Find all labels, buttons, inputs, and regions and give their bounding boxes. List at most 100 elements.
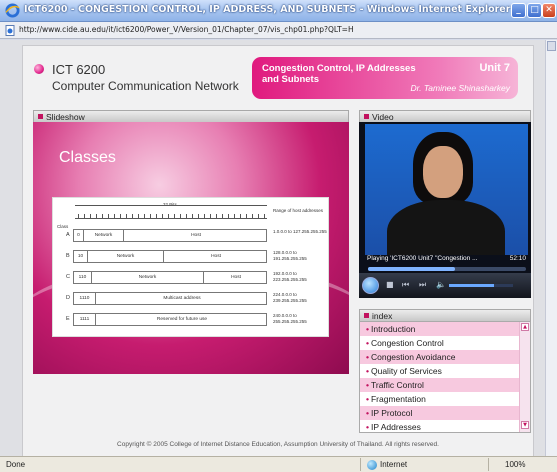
index-item-label: Quality of Services [370,366,442,376]
class-letter: C [66,274,70,280]
class-row: B 10 Network Host 128.0.0.0 to 191.255.255.2… [53,249,330,264]
class-row: A 0 Network Host 1.0.0.0 to 127.255.255.255 [53,228,330,243]
pause-button[interactable] [362,277,379,294]
chapter-banner: Congestion Control, IP Addresses and Sub… [252,57,518,99]
index-item-label: Congestion Avoidance [370,352,456,362]
scroll-down-arrow[interactable]: ▼ [521,421,529,429]
index-item[interactable]: • IP Protocol [360,406,520,420]
previous-icon[interactable]: ⏮ [402,280,409,290]
index-item-label: Congestion Control [370,338,444,348]
index-item-label: IP Addresses [370,422,421,432]
address-range: 1.0.0.0 to 127.255.255.255 [273,229,327,234]
scroll-up-arrow[interactable]: ▲ [521,323,529,331]
seek-bar[interactable] [368,267,526,271]
class-letter: E [66,316,70,322]
address-format-box: 0 Network Host [73,229,267,242]
address-field: Host [211,254,221,259]
address-format-box: 1111 Reserved for future use [73,313,267,326]
minimize-button[interactable]: _ [511,3,526,18]
class-row: C 110 Network Host 192.0.0.0 to 223.255.255.… [53,270,330,285]
index-item-label: IP Protocol [370,408,413,418]
bullet-icon: • [366,324,369,334]
index-item[interactable]: • Congestion Avoidance [360,350,520,364]
instructor-name: Dr. Taminee Shinasharkey [410,83,510,93]
status-bar: Done Internet 100% [0,456,557,472]
bullet-icon: • [366,380,369,390]
now-playing-text: Playing 'ICT6200 Unit7 "Congestion ... [367,255,478,262]
class-prefix-bits: 10 [74,251,88,262]
bullet-icon: • [366,408,369,418]
slide-title: Classes [59,149,116,166]
ip-class-diagram: 32 Bits Class Range of host addresses A0… [52,197,329,337]
class-row: E 1111 Reserved for future use 240.0.0.0 to… [53,312,330,327]
range-column-header: Range of host addresses [273,208,324,213]
index-item[interactable]: • Traffic Control [360,378,520,392]
bullet-square-icon [364,114,369,119]
index-item-label: Fragmentation [370,394,426,404]
course-code: ICT 6200 [52,62,106,77]
status-text: Done [6,460,26,469]
index-item[interactable]: • Quality of Services [360,364,520,378]
bullet-icon: • [366,394,369,404]
index-item-label: Traffic Control [370,380,424,390]
copyright-text: Copyright © 2005 College of Internet Dis… [117,441,439,448]
index-item[interactable]: • Introduction [360,322,520,336]
class-letter: B [66,253,70,259]
class-prefix-bits: 1111 [74,314,96,325]
bullet-icon: • [366,352,369,362]
volume-slider[interactable] [449,284,513,287]
zoom-level[interactable]: 100% [505,460,525,469]
page-scrollbar[interactable] [545,40,557,456]
course-name: Computer Communication Network [52,79,239,93]
page-icon [5,25,15,36]
class-prefix-bits: 0 [74,230,84,241]
index-item[interactable]: • Fragmentation [360,392,520,406]
close-button[interactable]: ✕ [542,3,556,18]
class-row: D 1110 Multicast address 224.0.0.0 to 239.2… [53,291,330,306]
address-field: Reserved for future use [156,317,208,322]
volume-icon[interactable]: 🔈 [436,280,446,289]
video-frame[interactable] [365,124,528,255]
ie-logo-icon [5,3,20,18]
scroll-up-arrow[interactable] [547,41,556,51]
maximize-button[interactable]: □ [527,3,542,18]
security-zone: Internet [380,460,408,469]
bit-ruler [75,211,267,219]
address-range: 192.0.0.0 to 223.255.255.255 [273,271,307,282]
address-range: 128.0.0.0 to 191.255.255.255 [273,250,307,261]
url-text[interactable]: http://www.cide.au.edu/it/ict6200/Power_… [19,25,354,34]
address-field: Host [231,275,241,280]
address-field: Network [88,251,164,262]
next-icon[interactable]: ⏭ [419,280,426,290]
class-prefix-bits: 110 [74,272,92,283]
index-item[interactable]: • Congestion Control [360,336,520,350]
address-format-box: 1110 Multicast address [73,292,267,305]
bullet-icon: • [366,366,369,376]
bullet-square-icon [364,313,369,318]
address-field: Multicast address [163,296,201,301]
unit-label: Unit 7 [479,62,510,74]
class-letter: D [66,295,70,301]
course-logo-icon [34,64,44,74]
now-playing-bar: Playing 'ICT6200 Unit7 "Congestion ... 5… [365,255,528,264]
address-field: Host [191,233,201,238]
address-format-box: 10 Network Host [73,250,267,263]
window-title: ICT6200 - CONGESTION CONTROL, IP ADDRESS… [24,4,511,15]
address-field: Network [92,272,204,283]
address-field: Network [84,230,124,241]
bits-arrow [75,205,267,206]
address-range: 224.0.0.0 to 239.255.255.255 [273,292,307,303]
bullet-icon: • [366,422,369,432]
stop-icon[interactable]: ■ [386,280,394,289]
index-item[interactable]: • IP Addresses [360,420,520,432]
class-letter: A [66,232,70,238]
video-time: 52:10 [509,255,526,262]
index-scrollbar[interactable]: ▲ ▼ [519,322,530,432]
window-titlebar: ICT6200 - CONGESTION CONTROL, IP ADDRESS… [0,0,557,22]
class-prefix-bits: 1110 [74,293,96,304]
address-bar[interactable]: http://www.cide.au.edu/it/ict6200/Power_… [0,22,557,39]
chapter-title: Congestion Control, IP Addresses and Sub… [262,63,416,85]
bullet-icon: • [366,338,369,348]
bullet-square-icon [38,114,43,119]
index-item-label: Introduction [370,324,416,334]
